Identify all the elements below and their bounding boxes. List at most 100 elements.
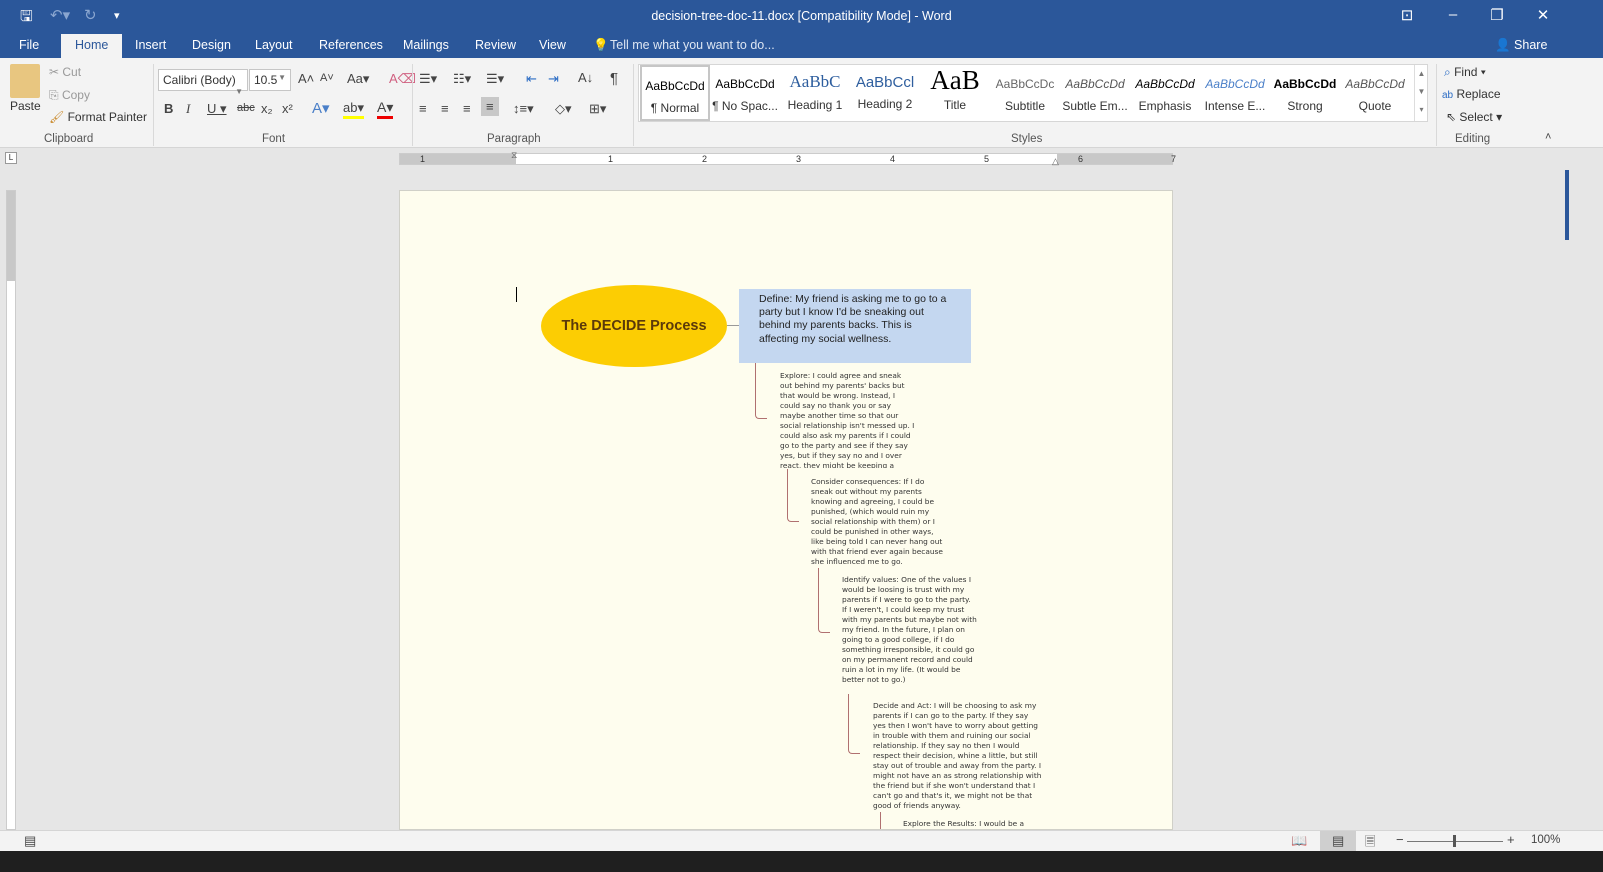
zoom-level[interactable]: 100% [1531, 834, 1560, 846]
style-normal[interactable]: AaBbCcDd ¶ Normal [640, 65, 710, 121]
restore-button[interactable]: ❐ [1474, 6, 1520, 24]
bullets-icon[interactable]: ☰▾ [419, 71, 437, 87]
style-subtitle[interactable]: AaBbCcDc Subtitle [990, 65, 1060, 121]
multilevel-list-icon[interactable]: ☰▾ [486, 71, 504, 87]
style-preview: AaBbCcDd [1345, 77, 1405, 91]
ribbon-display-icon[interactable]: ⊡ [1384, 6, 1430, 24]
decide-title-shape[interactable]: The DECIDE Process [541, 285, 727, 367]
italic-button[interactable]: I [186, 101, 190, 117]
zoom-in-button[interactable]: + [1507, 832, 1515, 847]
style-quote[interactable]: AaBbCcDd Quote [1340, 65, 1410, 121]
style-strong[interactable]: AaBbCcDd Strong [1270, 65, 1340, 121]
font-size-select[interactable]: 10.5 ▼ [249, 69, 291, 91]
consider-node[interactable]: Consider consequences: If I do sneak out… [811, 477, 946, 568]
replace-icon: ab [1442, 90, 1454, 101]
tab-insert[interactable]: Insert [135, 38, 166, 52]
tab-home[interactable]: Home [61, 34, 123, 58]
decrease-indent-icon[interactable]: ⇤ [526, 71, 537, 87]
print-layout-icon[interactable]: ▤ [1320, 831, 1357, 851]
identify-node[interactable]: Identify values: One of the values I wou… [842, 575, 977, 693]
tab-layout[interactable]: Layout [255, 38, 293, 52]
collapse-ribbon-icon[interactable]: ˄ [1545, 131, 1551, 143]
tab-design[interactable]: Design [192, 38, 231, 52]
tab-mailings[interactable]: Mailings [403, 38, 449, 52]
change-case-icon[interactable]: Aa▾ [347, 71, 369, 87]
style-subtle-emphasis[interactable]: AaBbCcDd Subtle Em... [1060, 65, 1130, 121]
borders-icon[interactable]: ⊞▾ [589, 101, 606, 117]
style-preview: AaBbCcDc [995, 77, 1055, 91]
read-mode-icon[interactable]: 📖 [1291, 833, 1307, 849]
divider [153, 64, 154, 146]
horizontal-ruler[interactable]: 1 1 2 3 4 5 6 7 ⧖ △ [399, 150, 1176, 167]
style-name: Heading 1 [787, 98, 843, 112]
style-emphasis[interactable]: AaBbCcDd Emphasis [1130, 65, 1200, 121]
right-indent-marker[interactable]: △ [1052, 156, 1059, 167]
tell-me-input[interactable]: Tell me what you want to do... [610, 38, 775, 52]
strikethrough-button[interactable]: abc [237, 102, 255, 114]
subscript-button[interactable]: x₂ [261, 101, 273, 116]
vertical-scrollbar[interactable] [1562, 170, 1578, 830]
style-heading-2[interactable]: AaBbCcl Heading 2 [850, 65, 920, 121]
font-color-icon[interactable]: A▾ [377, 99, 394, 119]
highlight-icon[interactable]: ab▾ [343, 100, 364, 119]
shading-icon[interactable]: ◇▾ [555, 101, 572, 117]
grow-font-icon[interactable]: A˄ [298, 71, 314, 86]
scroll-thumb[interactable] [1565, 170, 1569, 240]
styles-scroll[interactable]: ▲ ▼ ▾ [1414, 65, 1428, 121]
share-button[interactable]: 👤 Share [1495, 38, 1547, 53]
web-layout-icon[interactable]: 🗏 [1365, 833, 1375, 855]
shrink-font-icon[interactable]: A˅ [320, 72, 334, 84]
style-title[interactable]: AaB Title [920, 65, 990, 121]
clipboard-group-label: Clipboard [44, 133, 94, 145]
style-preview: AaBbCcDd [645, 79, 705, 93]
bold-button[interactable]: B [164, 101, 173, 116]
line-spacing-icon[interactable]: ↕≡▾ [513, 101, 534, 117]
proofing-icon[interactable]: ▤ [24, 833, 36, 849]
justify-icon[interactable]: ≡ [481, 97, 499, 116]
tab-references[interactable]: References [319, 38, 383, 52]
text-effects-icon[interactable]: A▾ [312, 99, 330, 117]
font-name-select[interactable]: Calibri (Body) ▼ [158, 69, 248, 96]
select-button[interactable]: ⇖ Select ▾ [1446, 110, 1502, 124]
superscript-button[interactable]: x² [282, 101, 293, 116]
lightbulb-icon: 💡 [593, 38, 609, 52]
align-left-icon[interactable]: ≡ [419, 101, 427, 116]
increase-indent-icon[interactable]: ⇥ [548, 71, 559, 87]
evaluate-node[interactable]: Explore the Results: I would be a [903, 819, 1053, 829]
zoom-out-button[interactable]: − [1396, 832, 1404, 847]
tab-selector[interactable]: L [5, 152, 17, 164]
tab-file[interactable]: File [19, 38, 39, 52]
cut-button[interactable]: ✂ Cut [49, 65, 81, 79]
define-box[interactable]: Define: My friend is asking me to go to … [739, 289, 971, 363]
minimize-button[interactable]: – [1430, 6, 1476, 23]
document-page[interactable]: The DECIDE Process Define: My friend is … [399, 190, 1173, 830]
close-button[interactable]: ✕ [1520, 6, 1566, 24]
style-intense-emphasis[interactable]: AaBbCcDd Intense E... [1200, 65, 1270, 121]
paste-button[interactable]: Paste [10, 99, 41, 113]
replace-button[interactable]: ab Replace [1442, 87, 1501, 101]
vertical-ruler[interactable] [6, 190, 16, 830]
style-name: Intense E... [1204, 99, 1266, 113]
underline-button[interactable]: U ▾ [207, 101, 227, 117]
pilcrow-icon[interactable]: ¶ [610, 70, 618, 87]
sort-icon[interactable]: A↓ [578, 70, 593, 85]
paste-icon[interactable] [10, 64, 40, 98]
style-heading-1[interactable]: AaBbC Heading 1 [780, 65, 850, 121]
explore-node[interactable]: Explore: I could agree and sneak out beh… [780, 371, 915, 468]
zoom-slider-thumb[interactable] [1453, 835, 1456, 847]
ruler-mark: 6 [1078, 154, 1084, 164]
find-button[interactable]: ⌕ Find ▾ [1444, 65, 1486, 80]
format-painter-button[interactable]: 🖌 Format Painter [49, 110, 147, 124]
tab-view[interactable]: View [539, 38, 566, 52]
style-preview: AaB [930, 65, 980, 95]
numbering-icon[interactable]: ☷▾ [453, 71, 471, 87]
copy-button[interactable]: ⎘ Copy [49, 88, 90, 103]
style-name: Subtitle [1004, 99, 1046, 113]
indent-marker[interactable]: ⧖ [511, 150, 517, 161]
align-right-icon[interactable]: ≡ [463, 101, 471, 116]
align-center-icon[interactable]: ≡ [441, 101, 449, 116]
style-no-spacing[interactable]: AaBbCcDd ¶ No Spac... [710, 65, 780, 121]
decide-node[interactable]: Decide and Act: I will be choosing to as… [873, 701, 1043, 812]
ruler-mark: 5 [984, 154, 990, 164]
tab-review[interactable]: Review [475, 38, 516, 52]
